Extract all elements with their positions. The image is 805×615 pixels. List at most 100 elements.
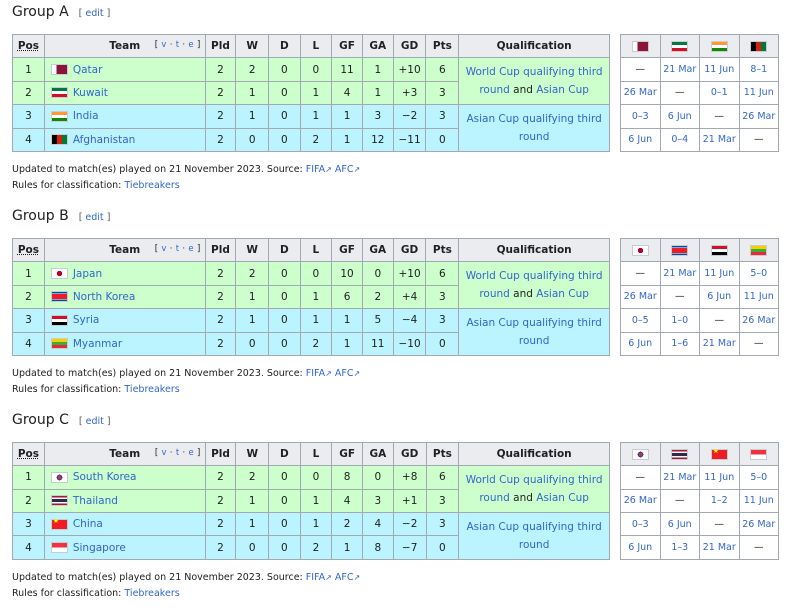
match-link[interactable]: 6 Jun — [628, 338, 652, 349]
japan-flag-icon[interactable] — [50, 268, 68, 280]
qatar-flag-icon[interactable] — [631, 40, 649, 52]
asian-cup-link[interactable]: Asian Cup — [536, 492, 589, 504]
match-link[interactable]: 26 Mar — [742, 315, 775, 326]
team-link[interactable]: Myanmar — [73, 338, 122, 350]
match-link[interactable]: 11 Jun — [704, 472, 734, 483]
column-header[interactable]: Pos — [12, 33, 45, 59]
edit-template-link[interactable]: e — [188, 40, 194, 50]
match-link[interactable]: 11 Jun — [744, 495, 774, 506]
column-header[interactable]: Team [ v · t · e ] — [43, 33, 206, 59]
edit-link[interactable]: edit — [85, 212, 103, 223]
column-header[interactable]: Qualification — [458, 33, 610, 59]
view-link[interactable]: v — [161, 40, 166, 50]
talk-link[interactable]: t — [176, 40, 180, 50]
column-header[interactable]: Team [ v · t · e ] — [43, 441, 206, 467]
match-link[interactable]: 0–4 — [671, 134, 688, 145]
column-header[interactable]: D — [268, 441, 301, 467]
myanmar-flag-icon[interactable] — [750, 244, 768, 256]
japan-flag-icon[interactable] — [631, 244, 649, 256]
edit-template-link[interactable]: e — [188, 244, 194, 254]
team-link[interactable]: Singapore — [73, 542, 126, 554]
match-link[interactable]: 0–3 — [632, 519, 649, 530]
fifa-source-link[interactable]: FIFA — [306, 572, 325, 583]
kuwait-flag-icon[interactable] — [50, 87, 68, 99]
match-link[interactable]: 6 Jun — [707, 291, 731, 302]
column-header[interactable]: Team [ v · t · e ] — [43, 237, 206, 263]
column-header[interactable]: Pos — [12, 441, 45, 467]
myanmar-flag-icon[interactable] — [50, 338, 68, 350]
team-link[interactable]: South Korea — [73, 471, 137, 483]
match-link[interactable]: 21 Mar — [663, 472, 696, 483]
column-header[interactable]: D — [268, 33, 301, 59]
match-link[interactable]: 21 Mar — [703, 134, 736, 145]
team-link[interactable]: Afghanistan — [73, 134, 136, 146]
match-link[interactable]: 11 Jun — [704, 268, 734, 279]
team-link[interactable]: China — [73, 518, 103, 530]
column-header[interactable]: GF — [331, 237, 363, 263]
column-header[interactable]: Pts — [425, 237, 460, 263]
match-link[interactable]: 21 Mar — [663, 64, 696, 75]
match-link[interactable]: 26 Mar — [742, 111, 775, 122]
edit-template-link[interactable]: e — [188, 448, 194, 458]
asian-cup-qualifying-link[interactable]: Asian Cup qualifying third round — [466, 521, 601, 551]
talk-link[interactable]: t — [176, 448, 180, 458]
match-link[interactable]: 11 Jun — [744, 87, 774, 98]
team-link[interactable]: Qatar — [73, 64, 103, 76]
north-korea-flag-icon[interactable] — [50, 291, 68, 303]
south-korea-flag-icon[interactable] — [631, 448, 649, 460]
singapore-flag-icon[interactable] — [750, 448, 768, 460]
north-korea-flag-icon[interactable] — [671, 244, 689, 256]
column-header[interactable]: GA — [362, 441, 394, 467]
asian-cup-qualifying-link[interactable]: Asian Cup qualifying third round — [466, 317, 601, 347]
column-header[interactable]: W — [235, 237, 269, 263]
match-link[interactable]: 1–6 — [671, 338, 688, 349]
column-header[interactable]: GD — [392, 237, 427, 263]
match-link[interactable]: 11 Jun — [704, 64, 734, 75]
match-link[interactable]: 21 Mar — [703, 338, 736, 349]
asian-cup-link[interactable]: Asian Cup — [536, 84, 589, 96]
match-link[interactable]: 6 Jun — [628, 542, 652, 553]
match-link[interactable]: 0–3 — [632, 111, 649, 122]
qatar-flag-icon[interactable] — [50, 64, 68, 76]
match-link[interactable]: 8–1 — [750, 64, 767, 75]
india-flag-icon[interactable] — [50, 110, 68, 122]
india-flag-icon[interactable] — [710, 40, 728, 52]
match-link[interactable]: 6 Jun — [668, 111, 692, 122]
column-header[interactable]: L — [299, 441, 333, 467]
talk-link[interactable]: t — [176, 244, 180, 254]
tiebreakers-link[interactable]: Tiebreakers — [124, 588, 179, 599]
afghanistan-flag-icon[interactable] — [750, 40, 768, 52]
column-header[interactable]: Pos — [12, 237, 45, 263]
team-link[interactable]: India — [73, 110, 99, 122]
view-link[interactable]: v — [161, 448, 166, 458]
view-link[interactable]: v — [161, 244, 166, 254]
fifa-source-link[interactable]: FIFA — [306, 164, 325, 175]
column-header[interactable]: GD — [392, 441, 427, 467]
column-header[interactable]: Qualification — [458, 237, 610, 263]
team-link[interactable]: Thailand — [73, 495, 118, 507]
team-link[interactable]: Japan — [73, 268, 102, 280]
match-link[interactable]: 21 Mar — [703, 542, 736, 553]
edit-link[interactable]: edit — [86, 416, 104, 427]
match-link[interactable]: 1–2 — [711, 495, 728, 506]
column-header[interactable]: GF — [331, 33, 363, 59]
asian-cup-qualifying-link[interactable]: Asian Cup qualifying third round — [466, 113, 601, 143]
afc-source-link[interactable]: AFC — [335, 572, 354, 583]
match-link[interactable]: 26 Mar — [624, 495, 657, 506]
match-link[interactable]: 5–0 — [750, 472, 767, 483]
team-link[interactable]: North Korea — [73, 291, 135, 303]
match-link[interactable]: 5–0 — [750, 268, 767, 279]
column-header[interactable]: GA — [361, 237, 394, 263]
china-flag-icon[interactable] — [50, 517, 68, 530]
match-link[interactable]: 1–0 — [671, 315, 688, 326]
south-korea-flag-icon[interactable] — [50, 471, 68, 483]
column-header[interactable]: L — [299, 33, 333, 59]
column-header[interactable]: Pld — [204, 441, 237, 467]
team-link[interactable]: Syria — [73, 314, 100, 326]
syria-flag-icon[interactable] — [50, 314, 68, 326]
afc-source-link[interactable]: AFC — [335, 164, 354, 175]
column-header[interactable]: L — [299, 237, 333, 263]
asian-cup-link[interactable]: Asian Cup — [536, 288, 589, 300]
match-link[interactable]: 0–1 — [711, 87, 728, 98]
column-header[interactable]: D — [268, 237, 301, 263]
